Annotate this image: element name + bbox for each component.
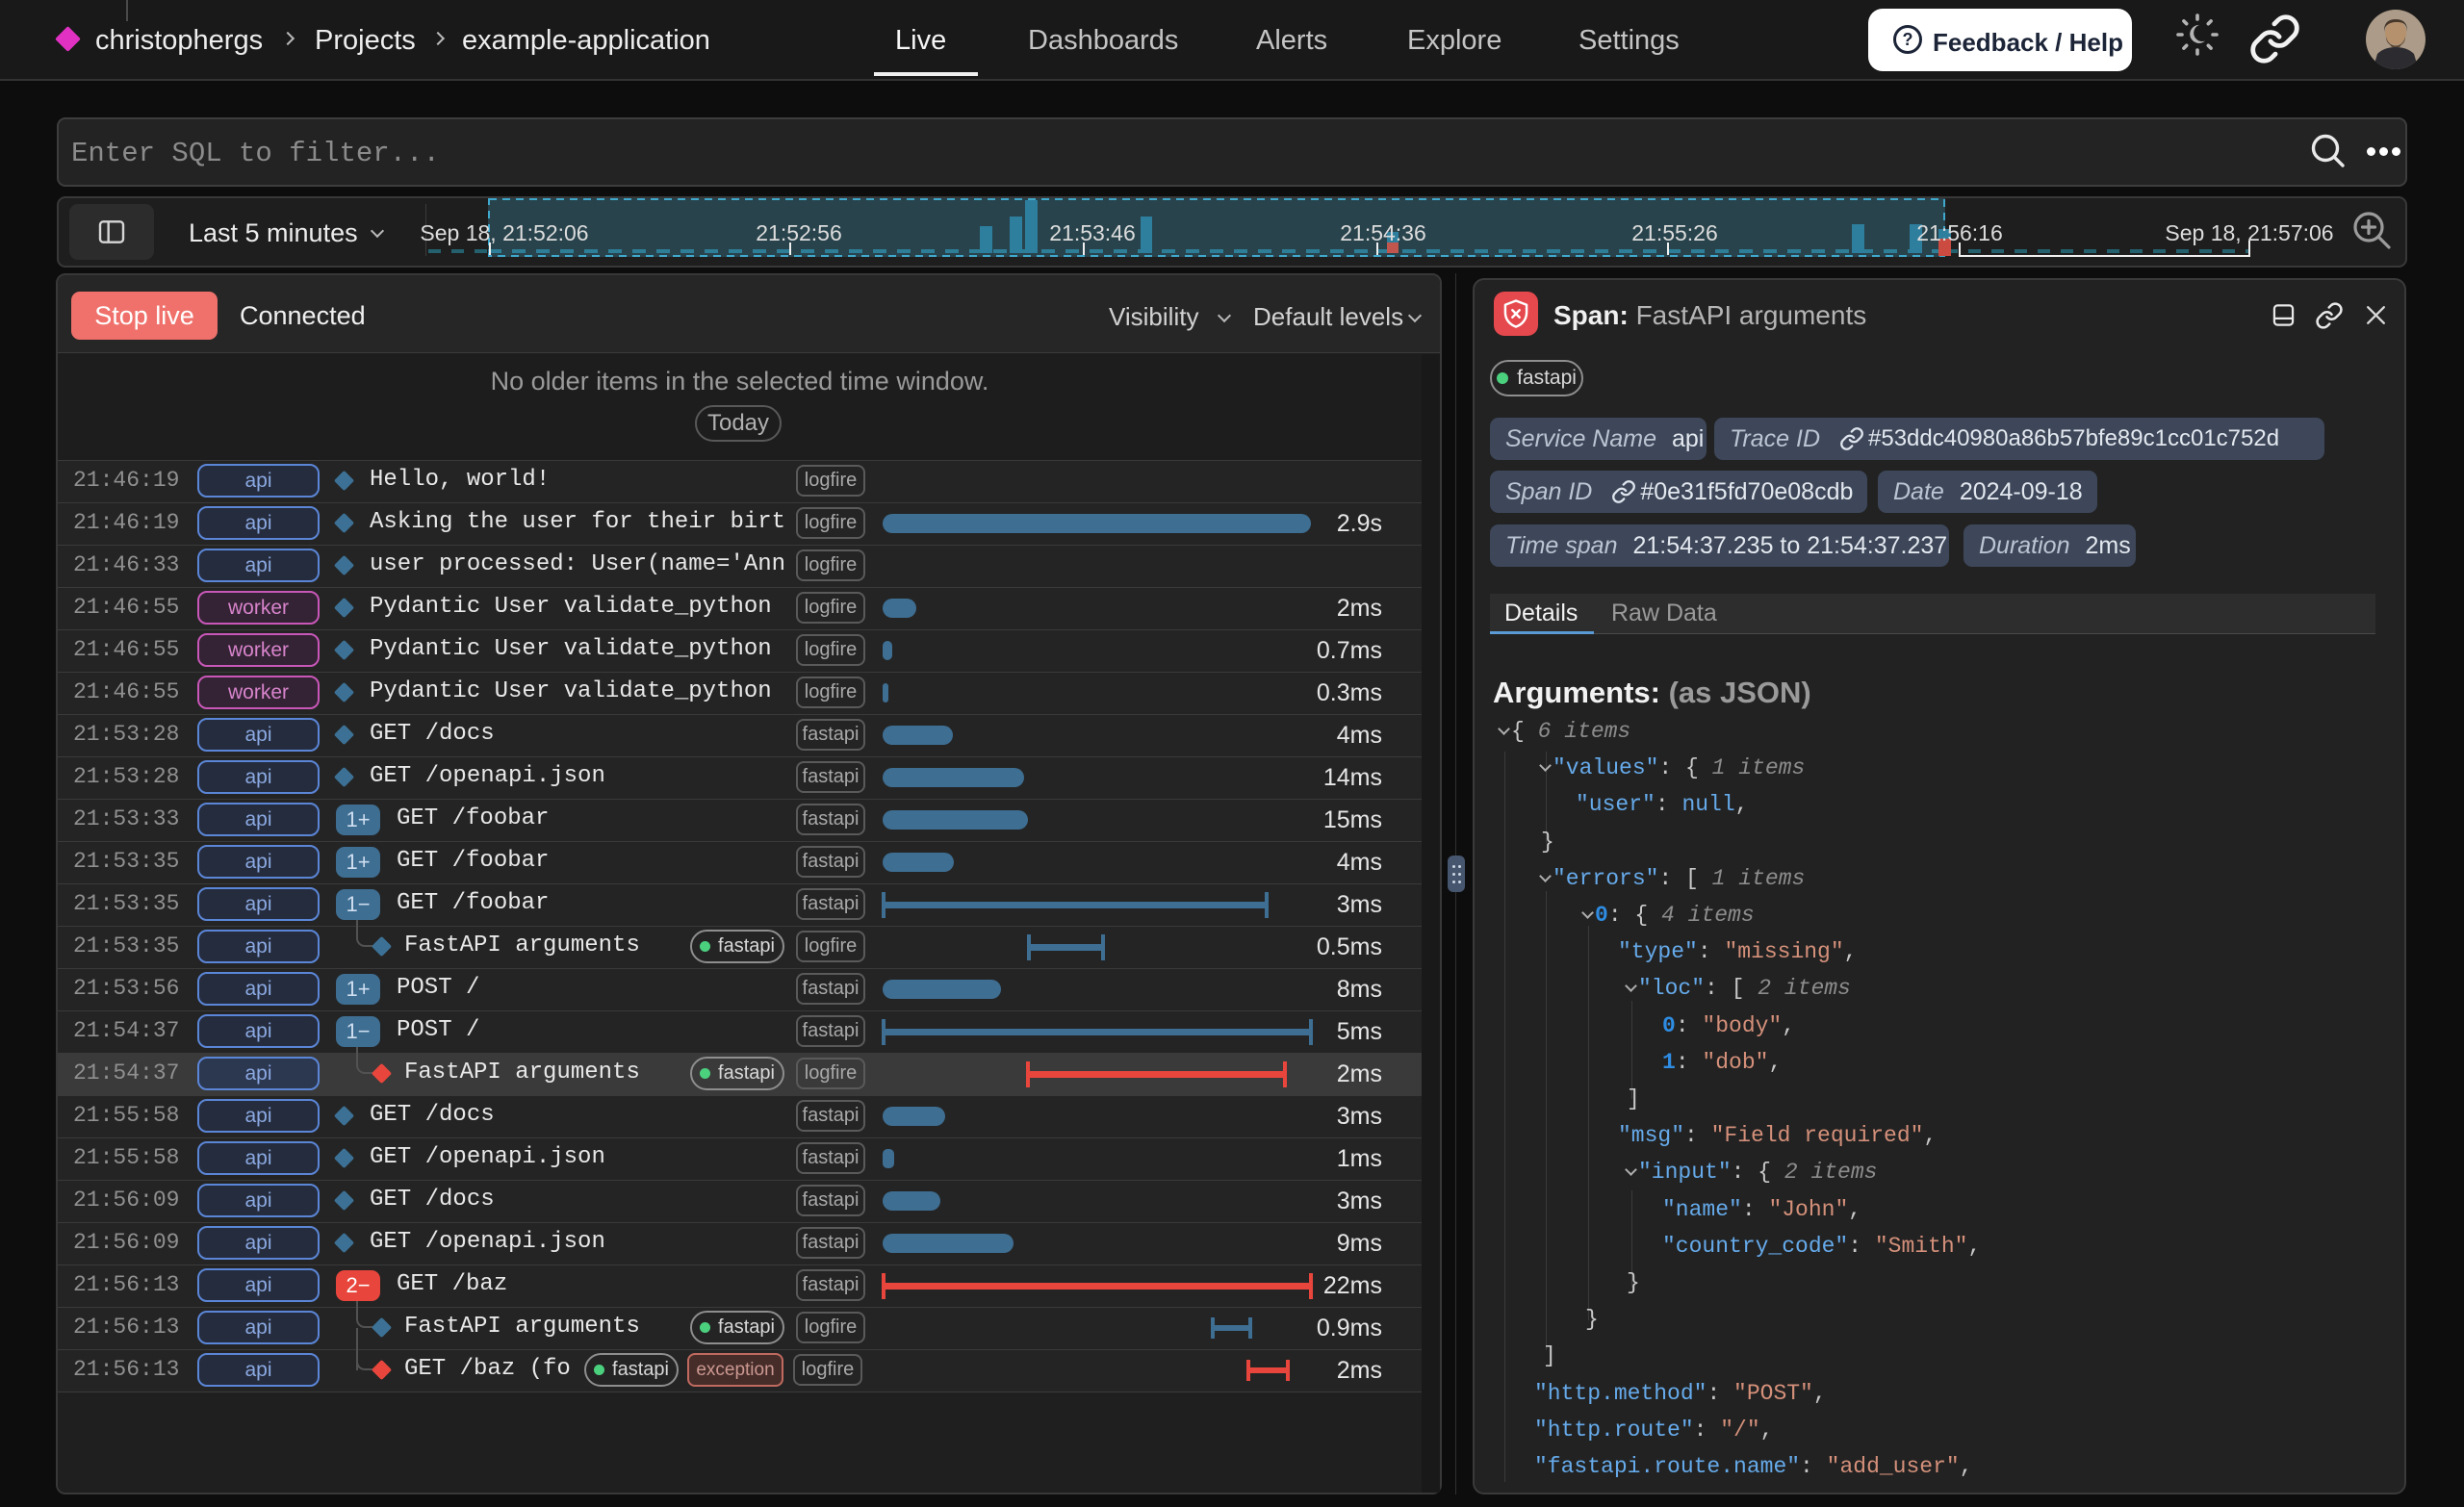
- svg-text:?: ?: [1903, 30, 1913, 49]
